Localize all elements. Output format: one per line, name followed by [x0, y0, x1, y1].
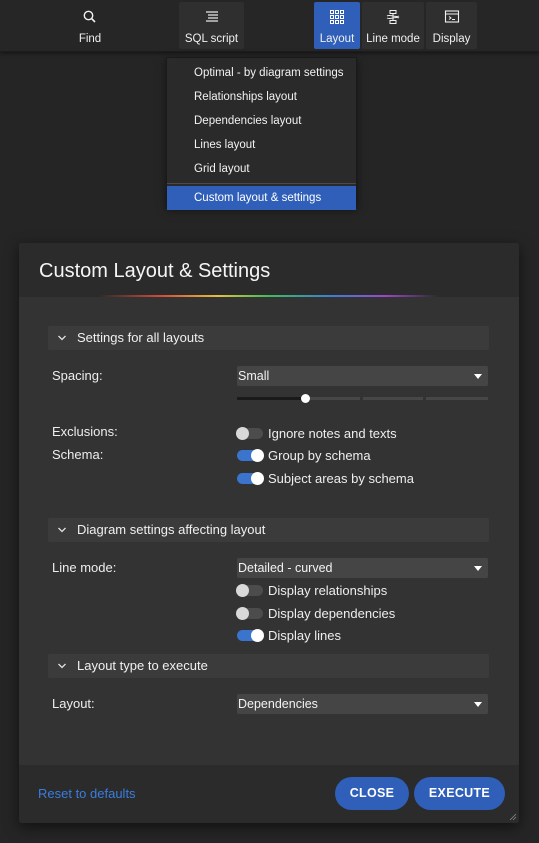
toggle-knob: [251, 629, 264, 642]
line-mode-icon: [386, 10, 400, 24]
find-label: Find: [78, 33, 102, 45]
spacing-label: Spacing:: [52, 368, 103, 383]
layout-dropdown-menu: Optimal - by diagram settings Relationsh…: [166, 57, 357, 210]
menu-item-custom[interactable]: Custom layout & settings: [167, 186, 356, 210]
section-settings-all-layouts[interactable]: Settings for all layouts: [48, 326, 489, 350]
find-button[interactable]: Find: [69, 2, 111, 49]
section-title: Diagram settings affecting layout: [77, 522, 266, 537]
toggle-knob: [236, 607, 249, 620]
display-button[interactable]: Display: [426, 2, 477, 49]
display-relationships-label: Display relationships: [268, 583, 388, 598]
dialog-header: Custom Layout & Settings: [19, 243, 519, 297]
reset-defaults-link[interactable]: Reset to defaults: [38, 786, 136, 801]
spacing-select[interactable]: Small: [237, 366, 488, 386]
slider-fill: [237, 397, 305, 400]
ignore-notes-toggle[interactable]: [236, 427, 263, 440]
subject-areas-label: Subject areas by schema: [268, 471, 414, 486]
document-lines-icon: [205, 11, 218, 22]
toggle-knob: [251, 472, 264, 485]
menu-item-optimal[interactable]: Optimal - by diagram settings: [167, 61, 356, 85]
display-dependencies-label: Display dependencies: [268, 606, 396, 621]
layout-select[interactable]: Dependencies: [237, 694, 488, 714]
display-label: Display: [432, 33, 471, 45]
dropdown-arrow-icon: [474, 566, 482, 571]
toggle-knob: [251, 449, 264, 462]
menu-divider: [167, 183, 356, 184]
slider-thumb[interactable]: [301, 394, 310, 403]
grid-icon: [330, 10, 344, 24]
rainbow-divider: [99, 295, 439, 297]
spacing-slider[interactable]: [237, 394, 488, 403]
display-window-icon: [444, 10, 459, 23]
line-mode-label: Line mode: [366, 33, 420, 45]
section-title: Settings for all layouts: [77, 330, 205, 345]
layout-value: Dependencies: [238, 697, 318, 711]
dropdown-arrow-icon: [474, 702, 482, 707]
layout-label: Layout: [319, 33, 355, 45]
menu-item-grid[interactable]: Grid layout: [167, 157, 356, 181]
slider-segment: [426, 397, 488, 400]
search-icon: [83, 10, 96, 23]
execute-button[interactable]: EXECUTE: [414, 777, 505, 810]
custom-layout-dialog: Custom Layout & Settings Settings for al…: [19, 243, 519, 823]
section-diagram-settings[interactable]: Diagram settings affecting layout: [48, 518, 489, 542]
display-relationships-toggle[interactable]: [236, 584, 263, 597]
sql-script-label: SQL script: [184, 33, 239, 45]
chevron-down-icon: [58, 663, 66, 669]
top-toolbar: Find SQL script Layout Line mode Display: [0, 0, 539, 52]
dropdown-arrow-icon: [474, 374, 482, 379]
exclusions-label: Exclusions:: [52, 424, 118, 439]
dialog-footer: Reset to defaults CLOSE EXECUTE: [19, 765, 519, 823]
toggle-knob: [236, 584, 249, 597]
chevron-down-icon: [58, 527, 66, 533]
line-mode-select[interactable]: Detailed - curved: [237, 558, 488, 578]
subject-areas-toggle[interactable]: [237, 472, 264, 485]
line-mode-button[interactable]: Line mode: [362, 2, 424, 49]
group-by-schema-label: Group by schema: [268, 448, 371, 463]
resize-grip-icon[interactable]: [509, 813, 517, 821]
menu-item-dependencies[interactable]: Dependencies layout: [167, 109, 356, 133]
schema-label: Schema:: [52, 447, 104, 462]
spacing-value: Small: [238, 369, 270, 383]
layout-button[interactable]: Layout: [314, 2, 360, 49]
group-by-schema-toggle[interactable]: [237, 449, 264, 462]
chevron-down-icon: [58, 335, 66, 341]
menu-item-relationships[interactable]: Relationships layout: [167, 85, 356, 109]
line-mode-value: Detailed - curved: [238, 561, 333, 575]
display-dependencies-toggle[interactable]: [236, 607, 263, 620]
close-button[interactable]: CLOSE: [335, 777, 409, 810]
display-lines-toggle[interactable]: [237, 629, 264, 642]
layout-field-label: Layout:: [52, 696, 95, 711]
section-title: Layout type to execute: [77, 658, 208, 673]
menu-item-lines[interactable]: Lines layout: [167, 133, 356, 157]
ignore-notes-label: Ignore notes and texts: [268, 426, 397, 441]
line-mode-field-label: Line mode:: [52, 560, 117, 575]
display-lines-label: Display lines: [268, 628, 341, 643]
toggle-knob: [236, 427, 249, 440]
section-layout-type[interactable]: Layout type to execute: [48, 654, 489, 678]
sql-script-button[interactable]: SQL script: [179, 2, 244, 49]
slider-segment: [363, 397, 423, 400]
dialog-title: Custom Layout & Settings: [39, 260, 271, 282]
